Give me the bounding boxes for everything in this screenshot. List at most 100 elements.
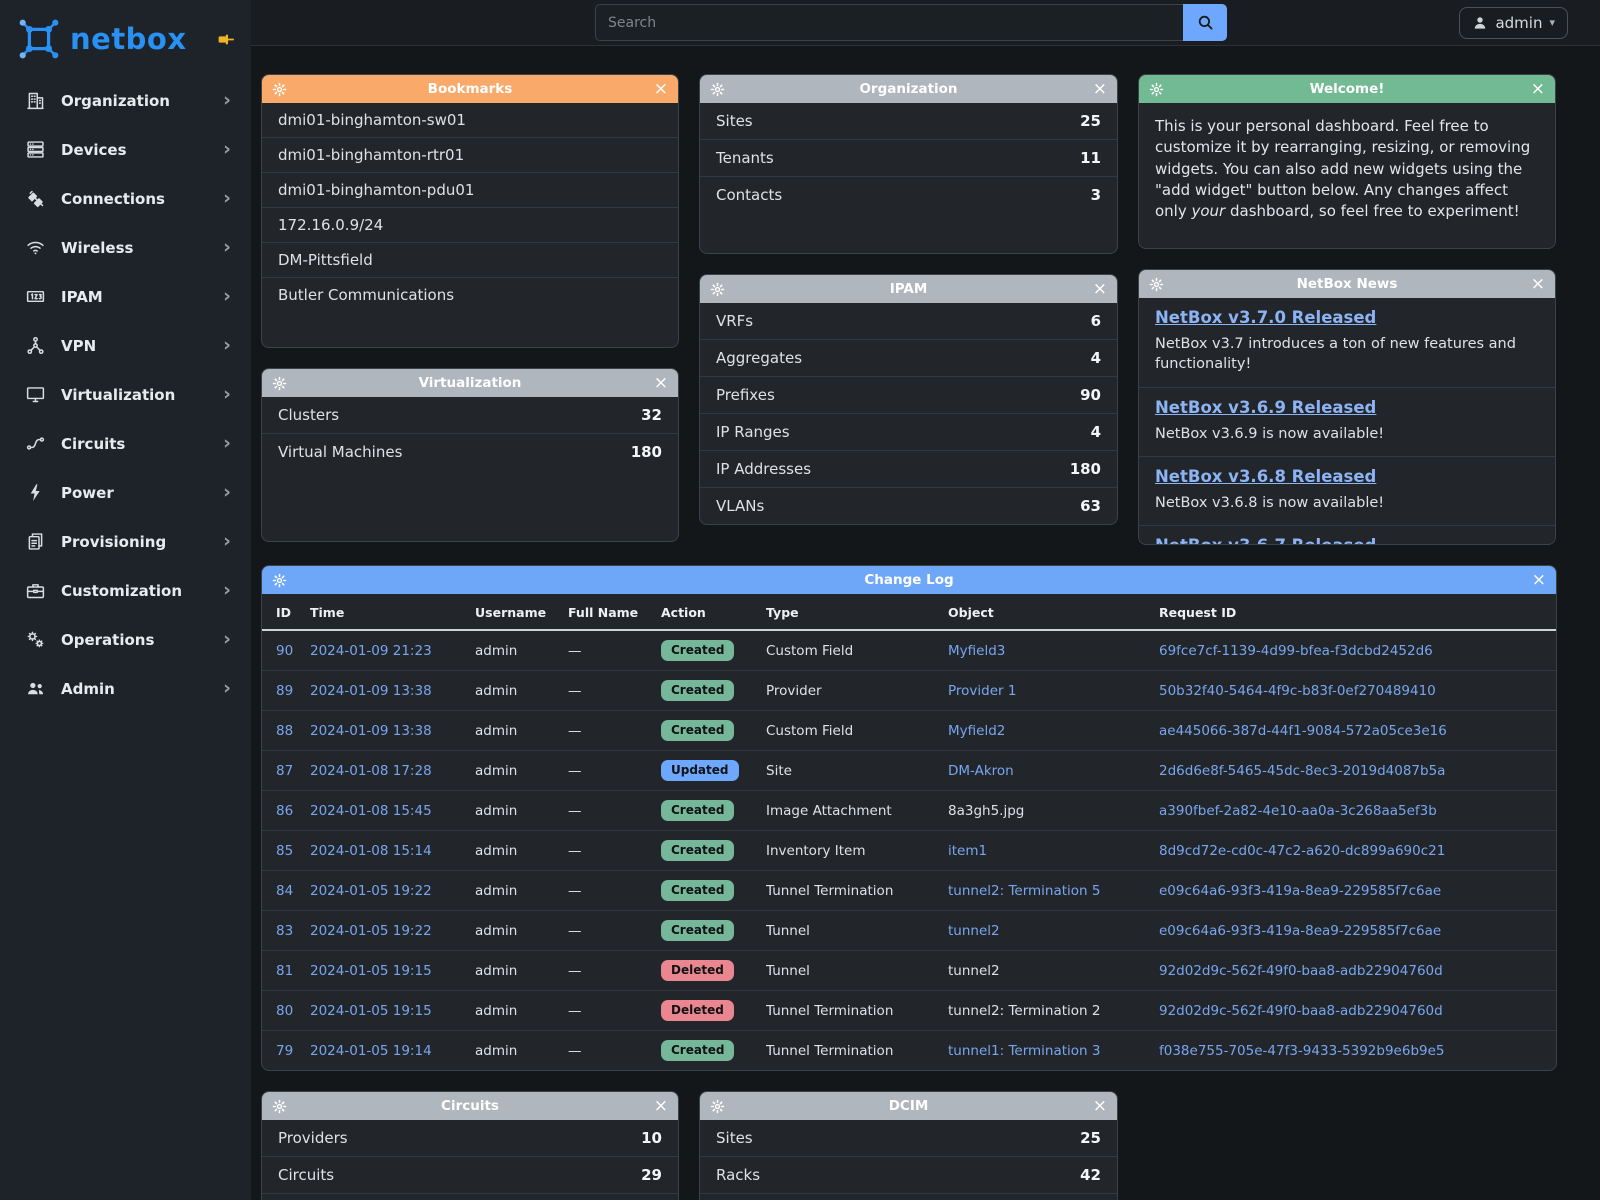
change-object-link[interactable]: tunnel1: Termination 3 [948, 1043, 1101, 1059]
stat-label-link[interactable]: IP Addresses [716, 460, 811, 478]
change-id-link[interactable]: 83 [276, 923, 293, 939]
sidebar-item-power[interactable]: Power › [0, 468, 251, 517]
stat-label-link[interactable]: VLANs [716, 497, 764, 515]
close-icon[interactable]: × [1085, 281, 1107, 298]
request-id-link[interactable]: ae445066-387d-44f1-9084-572a05ce3e16 [1159, 723, 1447, 739]
stat-label-link[interactable]: Clusters [278, 406, 339, 424]
change-object-link[interactable]: item1 [948, 843, 987, 859]
pin-icon[interactable] [216, 30, 235, 49]
change-id-link[interactable]: 84 [276, 883, 293, 899]
change-object-link[interactable]: Myfield3 [948, 643, 1005, 659]
change-id-link[interactable]: 85 [276, 843, 293, 859]
news-link[interactable]: NetBox v3.7.0 Released [1155, 308, 1376, 327]
change-object-link[interactable]: tunnel2 [948, 923, 1000, 939]
request-id-link[interactable]: 69fce7cf-1139-4d99-bfea-f3dcbd2452d6 [1159, 643, 1433, 659]
change-time-link[interactable]: 2024-01-08 15:45 [310, 803, 432, 819]
change-time-link[interactable]: 2024-01-08 15:14 [310, 843, 432, 859]
sidebar-item-circuits[interactable]: Circuits › [0, 419, 251, 468]
widget-config-gear-icon[interactable] [1149, 82, 1171, 97]
change-time-link[interactable]: 2024-01-09 13:38 [310, 683, 432, 699]
request-id-link[interactable]: a390fbef-2a82-4e10-aa0a-3c268aa5ef3b [1159, 803, 1437, 819]
change-object-link[interactable]: DM-Akron [948, 763, 1014, 779]
change-object-link[interactable]: tunnel2: Termination 5 [948, 883, 1101, 899]
bookmark-link[interactable]: dmi01-binghamton-rtr01 [262, 138, 678, 173]
sidebar-item-provisioning[interactable]: Provisioning › [0, 517, 251, 566]
change-time-link[interactable]: 2024-01-05 19:15 [310, 1003, 432, 1019]
change-time-link[interactable]: 2024-01-05 19:22 [310, 883, 432, 899]
widget-config-gear-icon[interactable] [710, 282, 732, 297]
sidebar-item-customization[interactable]: Customization › [0, 566, 251, 615]
change-time-link[interactable]: 2024-01-08 17:28 [310, 763, 432, 779]
widget-config-gear-icon[interactable] [272, 573, 294, 588]
request-id-link[interactable]: e09c64a6-93f3-419a-8ea9-229585f7c6ae [1159, 883, 1441, 899]
close-icon[interactable]: × [1523, 81, 1545, 98]
change-id-link[interactable]: 79 [276, 1043, 293, 1059]
change-id-link[interactable]: 90 [276, 643, 293, 659]
stat-label-link[interactable]: Racks [716, 1166, 760, 1184]
sidebar-item-wireless[interactable]: Wireless › [0, 223, 251, 272]
stat-label-link[interactable]: Circuits [278, 1166, 334, 1184]
search-button[interactable] [1183, 4, 1227, 41]
news-link[interactable]: NetBox v3.6.8 Released [1155, 467, 1376, 486]
stat-label-link[interactable]: Aggregates [716, 349, 802, 367]
sidebar-item-connections[interactable]: Connections › [0, 174, 251, 223]
close-icon[interactable]: × [646, 1098, 668, 1115]
stat-label-link[interactable]: Tenants [716, 149, 774, 167]
widget-config-gear-icon[interactable] [710, 82, 732, 97]
bookmark-link[interactable]: Butler Communications [262, 278, 678, 312]
close-icon[interactable]: × [1085, 1098, 1107, 1115]
stat-label-link[interactable]: Prefixes [716, 386, 775, 404]
stat-label-link[interactable]: Virtual Machines [278, 443, 402, 461]
close-icon[interactable]: × [1085, 81, 1107, 98]
request-id-link[interactable]: 8d9cd72e-cd0c-47c2-a620-dc899a690c21 [1159, 843, 1445, 859]
stat-label-link[interactable]: Providers [278, 1129, 348, 1147]
change-time-link[interactable]: 2024-01-05 19:15 [310, 963, 432, 979]
change-id-link[interactable]: 87 [276, 763, 293, 779]
sidebar-item-devices[interactable]: Devices › [0, 125, 251, 174]
change-object-link[interactable]: Provider 1 [948, 683, 1016, 699]
request-id-link[interactable]: f038e755-705e-47f3-9433-5392b9e6b9e5 [1159, 1043, 1445, 1059]
user-menu-button[interactable]: admin ▾ [1459, 7, 1568, 39]
request-id-link[interactable]: 2d6d6e8f-5465-45dc-8ec3-2019d4087b5a [1159, 763, 1445, 779]
stat-label-link[interactable]: Contacts [716, 186, 782, 204]
bookmark-link[interactable]: DM-Pittsfield [262, 243, 678, 278]
stat-label-link[interactable]: IP Ranges [716, 423, 790, 441]
sidebar-item-organization[interactable]: Organization › [0, 76, 251, 125]
change-id-link[interactable]: 89 [276, 683, 293, 699]
widget-config-gear-icon[interactable] [272, 82, 294, 97]
brand[interactable]: netbox [0, 0, 251, 76]
change-time-link[interactable]: 2024-01-05 19:14 [310, 1043, 432, 1059]
close-icon[interactable]: × [646, 375, 668, 392]
request-id-link[interactable]: 92d02d9c-562f-49f0-baa8-adb22904760d [1159, 963, 1443, 979]
change-time-link[interactable]: 2024-01-05 19:22 [310, 923, 432, 939]
change-object-link[interactable]: tunnel2 [948, 963, 1000, 979]
bookmark-link[interactable]: 172.16.0.9/24 [262, 208, 678, 243]
change-object-link[interactable]: tunnel2: Termination 2 [948, 1003, 1101, 1019]
sidebar-item-vpn[interactable]: VPN › [0, 321, 251, 370]
stat-label-link[interactable]: Sites [716, 112, 753, 130]
widget-config-gear-icon[interactable] [272, 376, 294, 391]
change-id-link[interactable]: 86 [276, 803, 293, 819]
widget-config-gear-icon[interactable] [710, 1099, 732, 1114]
bookmark-link[interactable]: dmi01-binghamton-pdu01 [262, 173, 678, 208]
bookmark-link[interactable]: dmi01-binghamton-sw01 [262, 103, 678, 138]
request-id-link[interactable]: 50b32f40-5464-4f9c-b83f-0ef270489410 [1159, 683, 1436, 699]
request-id-link[interactable]: e09c64a6-93f3-419a-8ea9-229585f7c6ae [1159, 923, 1441, 939]
search-input[interactable] [595, 4, 1183, 41]
close-icon[interactable]: × [646, 81, 668, 98]
stat-label-link[interactable]: VRFs [716, 312, 753, 330]
widget-config-gear-icon[interactable] [272, 1099, 294, 1114]
change-id-link[interactable]: 81 [276, 963, 293, 979]
change-time-link[interactable]: 2024-01-09 13:38 [310, 723, 432, 739]
sidebar-item-ipam[interactable]: IPAM › [0, 272, 251, 321]
news-link[interactable]: NetBox v3.6.9 Released [1155, 398, 1376, 417]
request-id-link[interactable]: 92d02d9c-562f-49f0-baa8-adb22904760d [1159, 1003, 1443, 1019]
change-id-link[interactable]: 88 [276, 723, 293, 739]
change-time-link[interactable]: 2024-01-09 21:23 [310, 643, 432, 659]
news-link[interactable]: NetBox v3.6.7 Released [1155, 536, 1376, 544]
change-object-link[interactable]: 8a3gh5.jpg [948, 803, 1024, 819]
close-icon[interactable]: × [1523, 276, 1545, 293]
sidebar-item-admin[interactable]: Admin › [0, 664, 251, 713]
sidebar-item-operations[interactable]: Operations › [0, 615, 251, 664]
change-id-link[interactable]: 80 [276, 1003, 293, 1019]
